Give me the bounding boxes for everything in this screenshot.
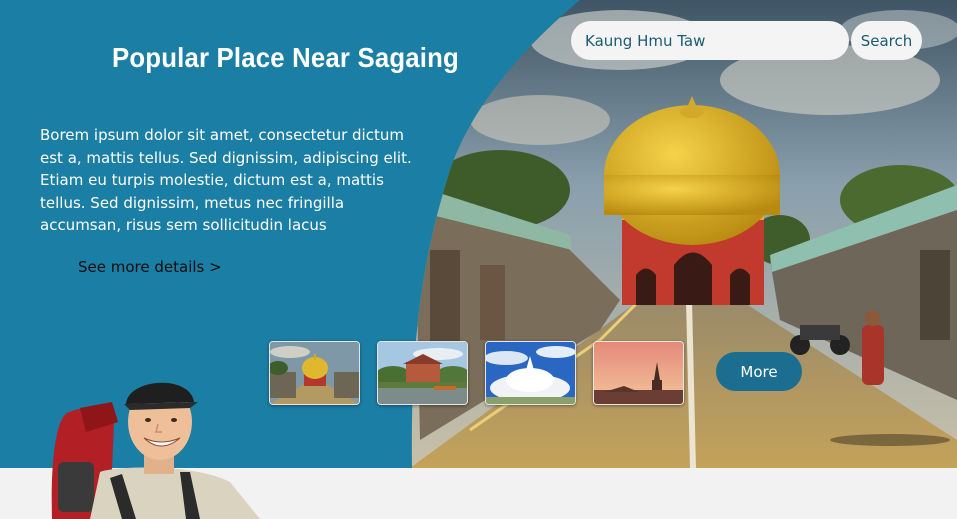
place-description: Borem ipsum dolor sit amet, consectetur …: [40, 126, 412, 234]
search-input[interactable]: [571, 21, 849, 60]
thumbnail-sunset-pagoda[interactable]: [593, 341, 684, 405]
search-button[interactable]: Search: [851, 21, 922, 60]
thumbnail-white-pagoda[interactable]: [485, 341, 576, 405]
more-button[interactable]: More: [716, 352, 802, 391]
thumbnail-golden-pagoda[interactable]: [269, 341, 360, 405]
traveler-image: [51, 382, 260, 519]
thumbnail-river-building[interactable]: [377, 341, 468, 405]
page-title: Popular Place Near Sagaing: [112, 42, 459, 73]
see-more-details-link[interactable]: See more details >: [78, 258, 222, 276]
